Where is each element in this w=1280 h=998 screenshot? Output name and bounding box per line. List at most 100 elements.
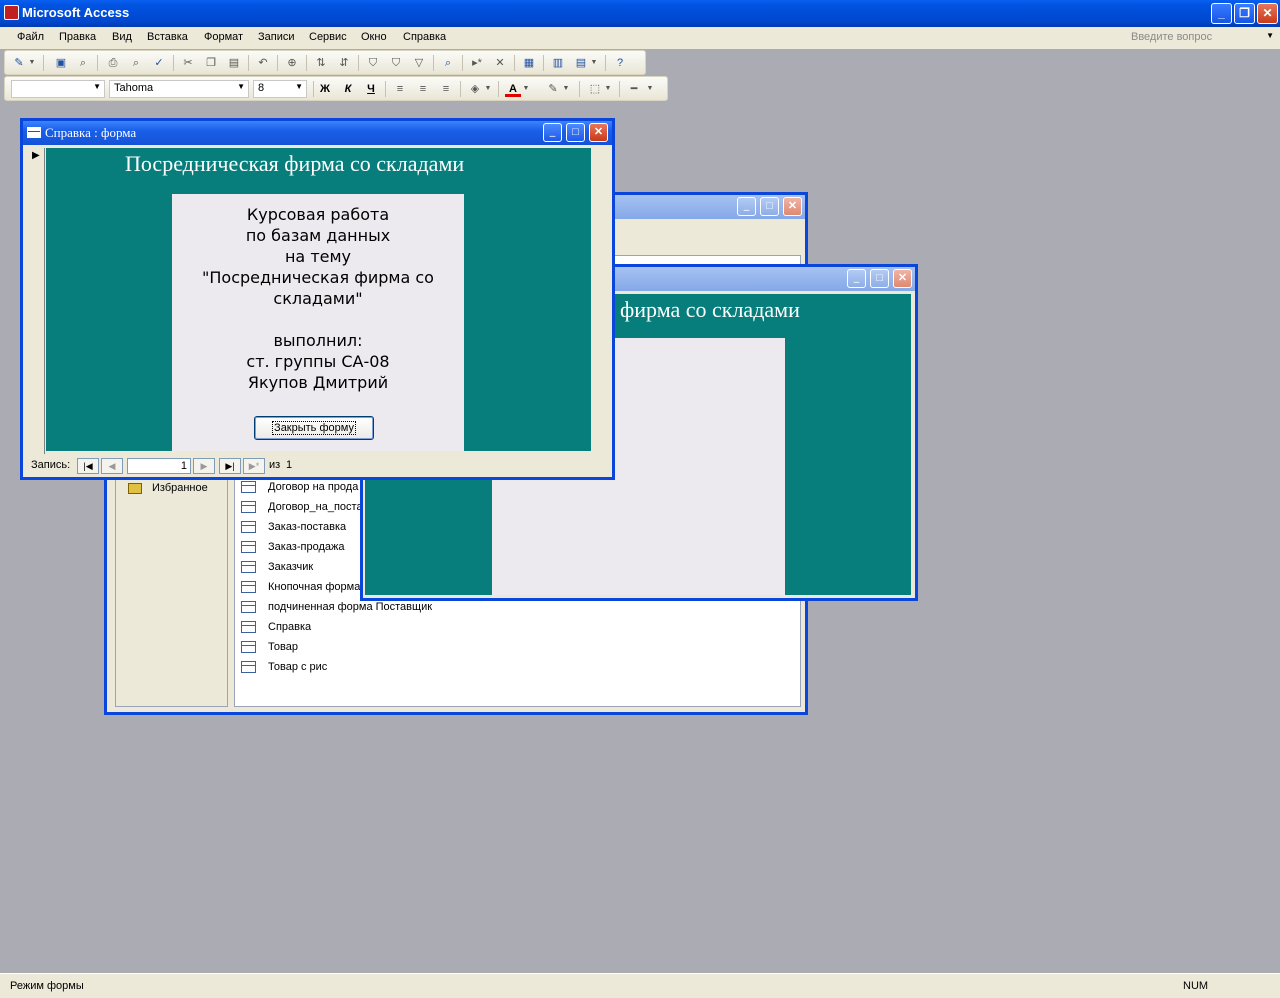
chevron-down-icon[interactable]: ▼ [93, 82, 101, 91]
hyperlink-icon[interactable]: ⊕ [284, 55, 300, 71]
new-object-icon[interactable]: ▤ [573, 55, 589, 71]
menu-help[interactable]: Справка [403, 31, 446, 43]
filter-selection-icon[interactable]: ⛉ [365, 55, 381, 71]
chevron-down-icon[interactable]: ▼ [603, 81, 613, 97]
toolbar-separator [43, 55, 44, 71]
close-button[interactable]: ✕ [1257, 3, 1278, 24]
list-item[interactable]: Справка [241, 621, 311, 634]
list-item[interactable]: Заказчик [241, 561, 313, 574]
info-line: Якупов Дмитрий [247, 373, 389, 392]
chevron-down-icon[interactable]: ▼ [483, 81, 493, 97]
chevron-down-icon[interactable]: ▼ [521, 81, 531, 97]
list-item[interactable]: Заказ-продажа [241, 541, 344, 554]
record-label: Запись: [31, 459, 71, 471]
delete-record-icon[interactable]: ✕ [492, 55, 508, 71]
chevron-down-icon[interactable]: ▼ [645, 81, 655, 97]
close-form-button[interactable]: Закрыть форму [254, 416, 374, 440]
list-item[interactable]: Заказ-поставка [241, 521, 346, 534]
font-name-combo[interactable]: Tahoma ▼ [109, 80, 249, 98]
menu-insert[interactable]: Вставка [147, 31, 188, 43]
help-question-box[interactable]: Введите вопрос ▼ [1128, 30, 1276, 46]
next-record-button[interactable]: ▶ [193, 458, 215, 474]
database-window-icon[interactable]: ▥ [550, 55, 566, 71]
search-file-icon[interactable]: ⌕ [75, 55, 91, 71]
properties-icon[interactable]: ▦ [521, 55, 537, 71]
menu-tools[interactable]: Сервис [309, 31, 347, 43]
group-favorites[interactable]: Избранное [128, 482, 208, 494]
sort-descending-icon[interactable]: ⇵ [336, 55, 352, 71]
undo-icon[interactable]: ↶ [255, 55, 271, 71]
line-color-icon[interactable]: ✎ [545, 81, 561, 97]
list-item[interactable]: Товар с рис [241, 661, 327, 674]
menu-format[interactable]: Формат [204, 31, 243, 43]
save-icon[interactable]: ▣ [53, 55, 69, 71]
align-center-icon[interactable]: ≡ [415, 81, 431, 97]
close-button[interactable]: ✕ [783, 197, 802, 216]
object-combo[interactable]: ▼ [11, 80, 105, 98]
print-icon[interactable]: ⎙ [105, 55, 121, 71]
last-record-button[interactable]: ▶| [219, 458, 241, 474]
previous-record-button[interactable]: ◀ [101, 458, 123, 474]
minimize-button[interactable]: _ [543, 123, 562, 142]
menu-view[interactable]: Вид [112, 31, 132, 43]
restore-button[interactable]: ❐ [1234, 3, 1255, 24]
italic-button[interactable]: К [340, 81, 356, 97]
font-size-combo[interactable]: 8 ▼ [253, 80, 307, 98]
spravka-form-body: Посредническая фирма со складами Курсова… [46, 148, 591, 451]
record-number-input[interactable]: 1 [127, 458, 191, 474]
toolbar-separator [514, 55, 515, 71]
chevron-down-icon[interactable]: ▼ [27, 55, 37, 71]
record-selector[interactable]: ▶ [27, 148, 45, 454]
spravka-form-titlebar[interactable]: Справка : форма _ □ ✕ [23, 121, 612, 145]
minimize-button[interactable]: _ [847, 269, 866, 288]
menu-window[interactable]: Окно [361, 31, 387, 43]
info-line: "Посредническая фирма со [202, 268, 434, 287]
underline-button[interactable]: Ч [363, 81, 379, 97]
menu-records[interactable]: Записи [258, 31, 295, 43]
sort-ascending-icon[interactable]: ⇅ [313, 55, 329, 71]
spelling-icon[interactable]: ✓ [151, 55, 167, 71]
help-question-placeholder: Введите вопрос [1131, 31, 1213, 43]
minimize-button[interactable]: _ [1211, 3, 1232, 24]
list-item[interactable]: подчиненная форма Поставщик [241, 601, 432, 614]
find-icon[interactable]: ⌕ [440, 55, 456, 71]
chevron-down-icon[interactable]: ▼ [589, 55, 599, 71]
view-icon[interactable]: ✎ [11, 55, 27, 71]
bold-button[interactable]: Ж [317, 81, 333, 97]
close-button[interactable]: ✕ [893, 269, 912, 288]
list-item[interactable]: Товар [241, 641, 298, 654]
font-color-icon[interactable]: A [505, 81, 521, 97]
maximize-button[interactable]: □ [566, 123, 585, 142]
align-right-icon[interactable]: ≡ [438, 81, 454, 97]
copy-icon[interactable]: ❐ [203, 55, 219, 71]
info-line: Курсовая работа [246, 205, 390, 224]
spravka-form-window[interactable]: Справка : форма _ □ ✕ ▶ Посредническая ф… [20, 118, 615, 480]
cut-icon[interactable]: ✂ [180, 55, 196, 71]
close-button[interactable]: ✕ [589, 123, 608, 142]
list-item[interactable]: Договор на прода [241, 481, 358, 494]
border-icon[interactable]: ⬚ [587, 81, 603, 97]
menu-file[interactable]: Файл [17, 31, 44, 43]
list-item[interactable]: Кнопочная форма [241, 581, 360, 594]
first-record-button[interactable]: |◀ [77, 458, 99, 474]
apply-filter-icon[interactable]: ▽ [411, 55, 427, 71]
menu-edit[interactable]: Правка [59, 31, 96, 43]
line-width-icon[interactable]: ━ [626, 81, 642, 97]
maximize-button[interactable]: □ [760, 197, 779, 216]
new-record-button[interactable]: ▶* [243, 458, 265, 474]
paste-icon[interactable]: ▤ [226, 55, 242, 71]
new-record-icon[interactable]: ▸* [469, 55, 485, 71]
fill-color-icon[interactable]: ◈ [467, 81, 483, 97]
chevron-down-icon[interactable]: ▼ [295, 82, 303, 91]
maximize-button[interactable]: □ [870, 269, 889, 288]
print-preview-icon[interactable]: ⌕ [128, 55, 144, 71]
help-icon[interactable]: ? [612, 55, 628, 71]
form-icon [241, 601, 256, 614]
filter-form-icon[interactable]: ⛉ [388, 55, 404, 71]
list-item[interactable]: Договор_на_поста [241, 501, 363, 514]
minimize-button[interactable]: _ [737, 197, 756, 216]
align-left-icon[interactable]: ≡ [392, 81, 408, 97]
chevron-down-icon[interactable]: ▼ [237, 82, 245, 91]
chevron-down-icon[interactable]: ▼ [561, 81, 571, 97]
chevron-down-icon[interactable]: ▼ [1266, 31, 1274, 40]
